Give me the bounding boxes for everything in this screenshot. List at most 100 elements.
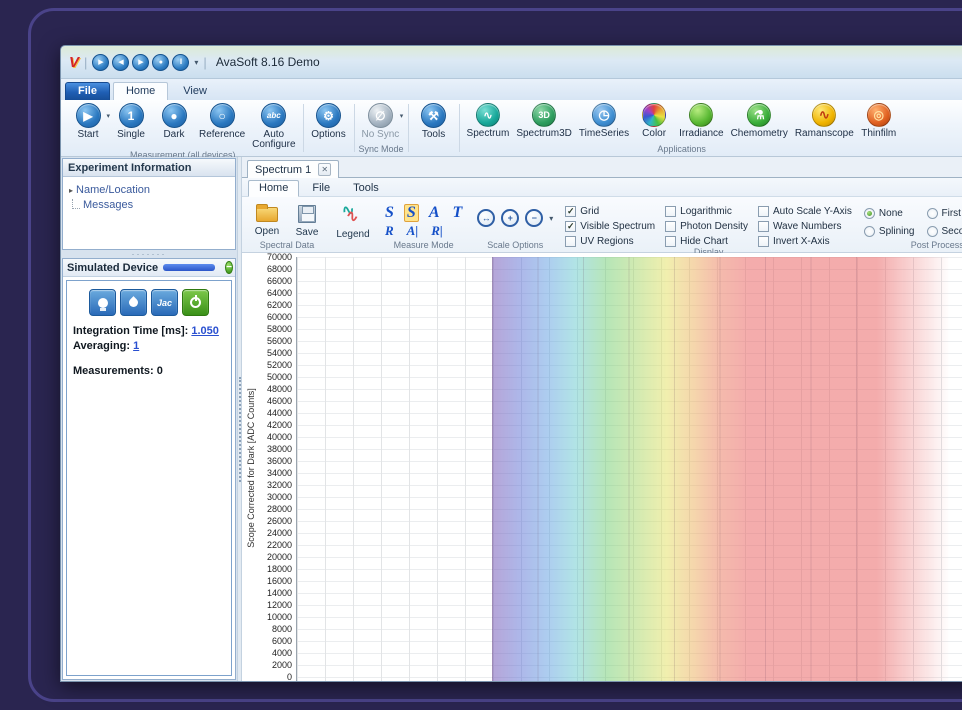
lamp-icon — [98, 298, 108, 308]
radio-circle — [864, 208, 875, 219]
zoom-out-button[interactable]: − — [525, 209, 543, 227]
group-caption: Spectral Data — [244, 240, 330, 252]
save-button[interactable]: Save — [290, 201, 324, 238]
radio-second-derivative[interactable]: Second Derivative — [927, 226, 962, 237]
y-tick-label: 46000 — [267, 397, 292, 406]
radio-circle — [927, 208, 938, 219]
checkbox-hide-chart[interactable]: Hide Chart — [665, 236, 748, 247]
irradiance-button[interactable]: Irradiance — [676, 103, 726, 139]
doc-tab-file[interactable]: File — [302, 181, 340, 196]
measure-mode-s[interactable]: S — [404, 204, 419, 222]
tab-file[interactable]: File — [65, 82, 110, 100]
titlebar[interactable]: V | ▶◀▶●‖ ▾ | AvaSoft 8.16 Demo — [61, 46, 962, 79]
tab-spectrum-1[interactable]: Spectrum 1 ✕ — [247, 160, 339, 178]
panel-splitter[interactable]: ······· — [62, 250, 236, 258]
quick-record-button[interactable]: ● — [152, 54, 169, 71]
tree-expander-icon[interactable]: ▸ — [69, 183, 73, 198]
single-button[interactable]: 1Single — [110, 103, 152, 140]
reference-button[interactable]: ○Reference — [196, 103, 248, 140]
quick-start-button[interactable]: ▶ — [92, 54, 109, 71]
measure-mode-r[interactable]: R| — [428, 223, 446, 238]
tools-button[interactable]: ⚒ Tools — [413, 103, 455, 140]
quick-back-button[interactable]: ◀ — [112, 54, 129, 71]
open-button[interactable]: Open — [250, 201, 284, 237]
zoom-in-button[interactable]: + — [501, 209, 519, 227]
field-label: Measurements: — [73, 365, 157, 377]
field-value[interactable]: 1 — [133, 340, 139, 352]
group-caption: Scale Options — [471, 240, 559, 252]
radio-none[interactable]: None — [864, 208, 915, 219]
chemometry-icon: ⚗ — [747, 103, 771, 127]
checkbox-logarithmic[interactable]: Logarithmic — [665, 206, 748, 217]
spectrum-button[interactable]: ∿Spectrum — [464, 103, 513, 139]
doc-tab-home[interactable]: Home — [248, 180, 299, 197]
zoom-extents-button[interactable]: ↔ — [477, 209, 495, 227]
options-button[interactable]: ⚙ Options — [308, 103, 350, 140]
close-tab-icon[interactable]: ✕ — [318, 163, 331, 176]
checkbox-auto-scale-y-axis[interactable]: Auto Scale Y-Axis — [758, 206, 852, 217]
ramanscope-button[interactable]: ∿Ramanscope — [792, 103, 857, 139]
start-button[interactable]: ▶Start▾ — [67, 103, 109, 140]
tab-home[interactable]: Home — [113, 82, 168, 101]
measure-mode-row: R A| R| — [382, 223, 465, 238]
measure-mode-t[interactable]: T — [449, 204, 465, 222]
measure-mode-s[interactable]: S — [382, 204, 397, 222]
checkbox-box — [665, 206, 676, 217]
quick-access-dropdown-icon[interactable]: ▾ — [194, 58, 198, 67]
document-ribbon-tab-bar: Home File Tools — [242, 178, 962, 197]
lamp-button[interactable] — [89, 289, 116, 316]
power-button[interactable] — [182, 289, 209, 316]
checkbox-visible-spectrum[interactable]: ✓Visible Spectrum — [565, 221, 655, 232]
shutter-button[interactable] — [120, 289, 147, 316]
sidebar-splitter[interactable] — [237, 157, 242, 681]
y-tick-label: 16000 — [267, 577, 292, 586]
measure-mode-a[interactable]: A| — [404, 223, 422, 238]
auto-configure-device-button[interactable]: Jac — [151, 289, 178, 316]
plot-area[interactable] — [296, 257, 962, 681]
checkbox-invert-x-axis[interactable]: Invert X-Axis — [758, 236, 852, 247]
measurement-group: ▶Start▾1Single●Dark○ReferenceabcAuto Con… — [63, 100, 303, 156]
y-tick-label: 34000 — [267, 469, 292, 478]
timeseries-button[interactable]: ◷TimeSeries — [576, 103, 632, 139]
field-value[interactable]: 1.050 — [191, 325, 219, 337]
dark-button[interactable]: ●Dark — [153, 103, 195, 140]
tree-item-messages[interactable]: Messages — [69, 198, 229, 213]
color-button[interactable]: Color — [633, 103, 675, 139]
y-tick-label: 68000 — [267, 265, 292, 274]
radio-circle — [927, 226, 938, 237]
checkbox-uv-regions[interactable]: UV Regions — [565, 236, 655, 247]
checkbox-box — [758, 221, 769, 232]
y-axis-label: Scope Corrected for Dark [ADC Counts] — [246, 388, 256, 548]
checkbox-wave-numbers[interactable]: Wave Numbers — [758, 221, 852, 232]
tree-item-name-location[interactable]: ▸Name/Location — [69, 183, 229, 198]
measure-mode-a[interactable]: A — [426, 204, 443, 222]
document-tab-bar: Spectrum 1 ✕ — [242, 157, 962, 178]
radio-first-derivative[interactable]: First Derivative — [927, 208, 962, 219]
legend-button[interactable]: Legend — [336, 201, 370, 240]
dropdown-arrow-icon[interactable]: ▾ — [549, 214, 553, 223]
thinfilm-button[interactable]: ◎Thinfilm — [858, 103, 900, 139]
measure-mode-r[interactable]: R — [382, 223, 397, 238]
ribbon-tab-bar: File Home View — [61, 79, 962, 100]
chemometry-button[interactable]: ⚗Chemometry — [728, 103, 791, 139]
separator: | — [84, 55, 87, 70]
checkbox-grid[interactable]: ✓Grid — [565, 206, 655, 217]
spectrum3d-icon: 3D — [532, 103, 556, 127]
quick-forward-button[interactable]: ▶ — [132, 54, 149, 71]
quick-pause-button[interactable]: ‖ — [172, 54, 189, 71]
auto-configure-button[interactable]: abcAuto Configure — [249, 103, 298, 150]
display-column: Auto Scale Y-Axis Wave Numbers Invert X-Ax… — [758, 206, 852, 247]
spectrum3d-button[interactable]: 3DSpectrum3D — [513, 103, 575, 139]
checkbox-photon-density[interactable]: Photon Density — [665, 221, 748, 232]
button-label: Spectrum — [467, 129, 510, 139]
no-sync-button[interactable]: ∅ No Sync ▾ — [359, 103, 403, 140]
radio-splining[interactable]: Splining — [864, 226, 915, 237]
dropdown-arrow-icon[interactable]: ▾ — [400, 112, 404, 120]
y-tick-label: 38000 — [267, 445, 292, 454]
collapse-panel-button[interactable]: − — [225, 261, 233, 274]
doc-tab-tools[interactable]: Tools — [343, 181, 389, 196]
experiment-tree: ▸Name/LocationMessages — [63, 177, 235, 249]
y-tick-label: 58000 — [267, 325, 292, 334]
tab-view[interactable]: View — [171, 83, 219, 100]
checkbox-box: ✓ — [565, 206, 576, 217]
